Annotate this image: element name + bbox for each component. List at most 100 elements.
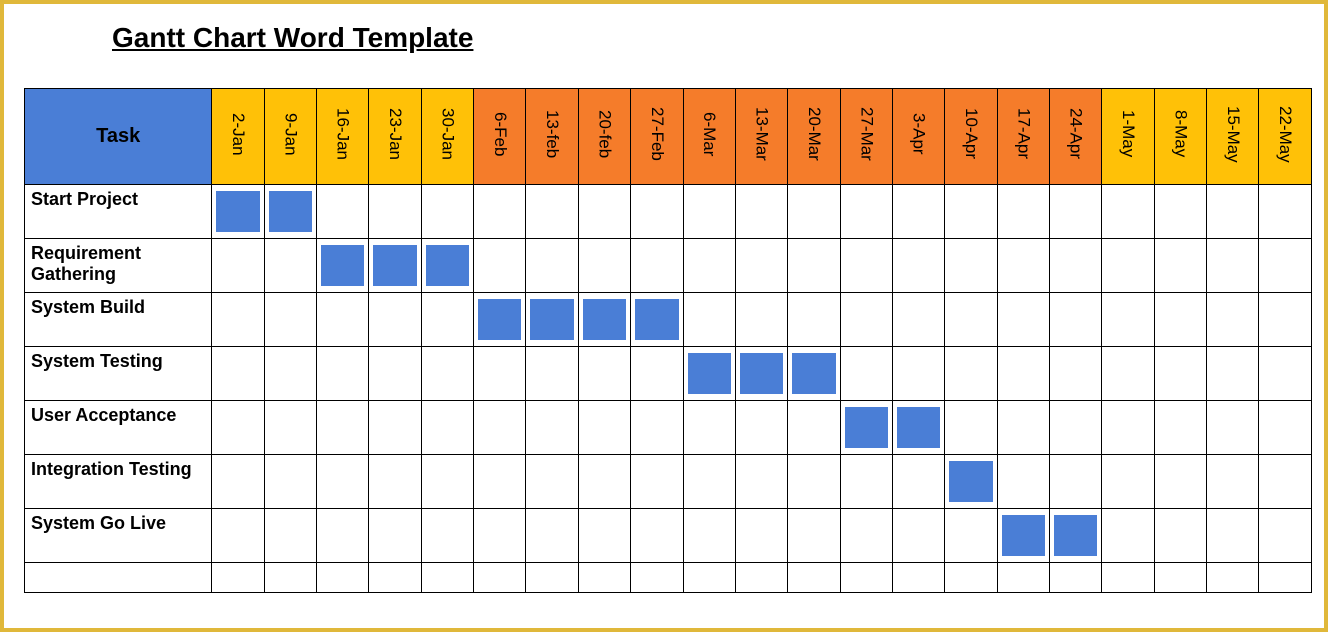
gantt-empty-cell	[1154, 293, 1206, 347]
gantt-empty-cell	[474, 509, 526, 563]
gantt-bar-cell	[264, 185, 316, 239]
gantt-empty-cell	[735, 455, 787, 509]
gantt-empty-cell	[735, 185, 787, 239]
gantt-empty-cell	[1102, 293, 1154, 347]
gantt-empty-cell	[578, 455, 630, 509]
gantt-empty-cell	[578, 563, 630, 593]
gantt-empty-cell	[317, 509, 369, 563]
date-label: 20-feb	[594, 110, 614, 158]
date-header: 20-feb	[578, 89, 630, 185]
gantt-empty-cell	[840, 239, 892, 293]
date-header: 22-May	[1259, 89, 1312, 185]
gantt-empty-cell	[945, 185, 997, 239]
date-label: 13-Mar	[752, 107, 772, 161]
date-label: 6-Mar	[699, 112, 719, 156]
task-name-cell: User Acceptance	[25, 401, 212, 455]
gantt-bar-cell	[369, 239, 421, 293]
gantt-empty-cell	[631, 185, 683, 239]
gantt-empty-cell	[1207, 293, 1259, 347]
date-label: 8-May	[1170, 110, 1190, 157]
date-label: 15-May	[1223, 106, 1243, 163]
gantt-empty-cell	[578, 509, 630, 563]
document-frame: Gantt Chart Word Template Task 2-Jan9-Ja…	[0, 0, 1328, 632]
task-name-cell	[25, 563, 212, 593]
gantt-empty-cell	[683, 239, 735, 293]
gantt-empty-cell	[735, 509, 787, 563]
gantt-empty-cell	[1050, 347, 1102, 401]
gantt-bar-cell	[997, 509, 1049, 563]
gantt-row: Start Project	[25, 185, 1312, 239]
gantt-empty-cell	[526, 185, 578, 239]
gantt-empty-cell	[945, 563, 997, 593]
gantt-empty-cell	[945, 293, 997, 347]
date-header: 1-May	[1102, 89, 1154, 185]
gantt-bar-cell	[945, 455, 997, 509]
gantt-empty-cell	[788, 401, 840, 455]
date-header: 10-Apr	[945, 89, 997, 185]
gantt-empty-cell	[683, 563, 735, 593]
gantt-empty-cell	[1102, 401, 1154, 455]
gantt-empty-cell	[578, 401, 630, 455]
gantt-empty-cell	[1102, 347, 1154, 401]
gantt-empty-cell	[212, 239, 264, 293]
gantt-bar-cell	[474, 293, 526, 347]
gantt-empty-cell	[369, 185, 421, 239]
date-label: 22-May	[1275, 106, 1295, 163]
gantt-empty-cell	[474, 239, 526, 293]
gantt-empty-cell	[317, 455, 369, 509]
gantt-empty-cell	[892, 185, 944, 239]
gantt-empty-cell	[631, 347, 683, 401]
gantt-empty-cell	[1259, 563, 1312, 593]
gantt-empty-cell	[945, 401, 997, 455]
gantt-empty-cell	[997, 293, 1049, 347]
gantt-empty-cell	[526, 347, 578, 401]
gantt-empty-cell	[788, 293, 840, 347]
date-label: 3-Apr	[909, 113, 929, 155]
gantt-empty-cell	[892, 239, 944, 293]
gantt-bar-cell	[578, 293, 630, 347]
gantt-empty-cell	[1050, 563, 1102, 593]
gantt-empty-cell	[892, 455, 944, 509]
gantt-empty-cell	[997, 455, 1049, 509]
date-header: 6-Mar	[683, 89, 735, 185]
gantt-chart: Task 2-Jan9-Jan16-Jan23-Jan30-Jan6-Feb13…	[24, 88, 1312, 593]
gantt-empty-cell	[945, 347, 997, 401]
gantt-empty-cell	[945, 239, 997, 293]
gantt-empty-cell	[735, 239, 787, 293]
gantt-empty-cell	[526, 401, 578, 455]
gantt-empty-cell	[578, 185, 630, 239]
gantt-empty-cell	[631, 563, 683, 593]
gantt-empty-cell	[578, 347, 630, 401]
gantt-empty-cell	[945, 509, 997, 563]
gantt-bar-cell	[840, 401, 892, 455]
gantt-empty-cell	[1207, 347, 1259, 401]
gantt-empty-cell	[421, 347, 473, 401]
date-header: 15-May	[1207, 89, 1259, 185]
gantt-empty-cell	[735, 401, 787, 455]
gantt-empty-cell	[683, 185, 735, 239]
gantt-bar-cell	[421, 239, 473, 293]
date-header: 30-Jan	[421, 89, 473, 185]
gantt-empty-cell	[631, 455, 683, 509]
date-header: 6-Feb	[474, 89, 526, 185]
gantt-empty-cell	[421, 293, 473, 347]
gantt-empty-cell	[421, 509, 473, 563]
date-label: 23-Jan	[385, 108, 405, 160]
gantt-bar-cell	[1050, 509, 1102, 563]
gantt-empty-cell	[1207, 239, 1259, 293]
gantt-bar-cell	[683, 347, 735, 401]
gantt-empty-cell	[735, 293, 787, 347]
gantt-bar-cell	[526, 293, 578, 347]
gantt-empty-cell	[788, 239, 840, 293]
gantt-empty-cell	[788, 563, 840, 593]
gantt-empty-cell	[788, 455, 840, 509]
gantt-empty-cell	[1259, 509, 1312, 563]
task-name-cell: Requirement Gathering	[25, 239, 212, 293]
task-name-cell: Start Project	[25, 185, 212, 239]
gantt-empty-cell	[212, 347, 264, 401]
task-column-header: Task	[25, 89, 212, 185]
gantt-empty-cell	[788, 185, 840, 239]
date-header: 9-Jan	[264, 89, 316, 185]
gantt-empty-cell	[997, 401, 1049, 455]
gantt-empty-cell	[369, 293, 421, 347]
